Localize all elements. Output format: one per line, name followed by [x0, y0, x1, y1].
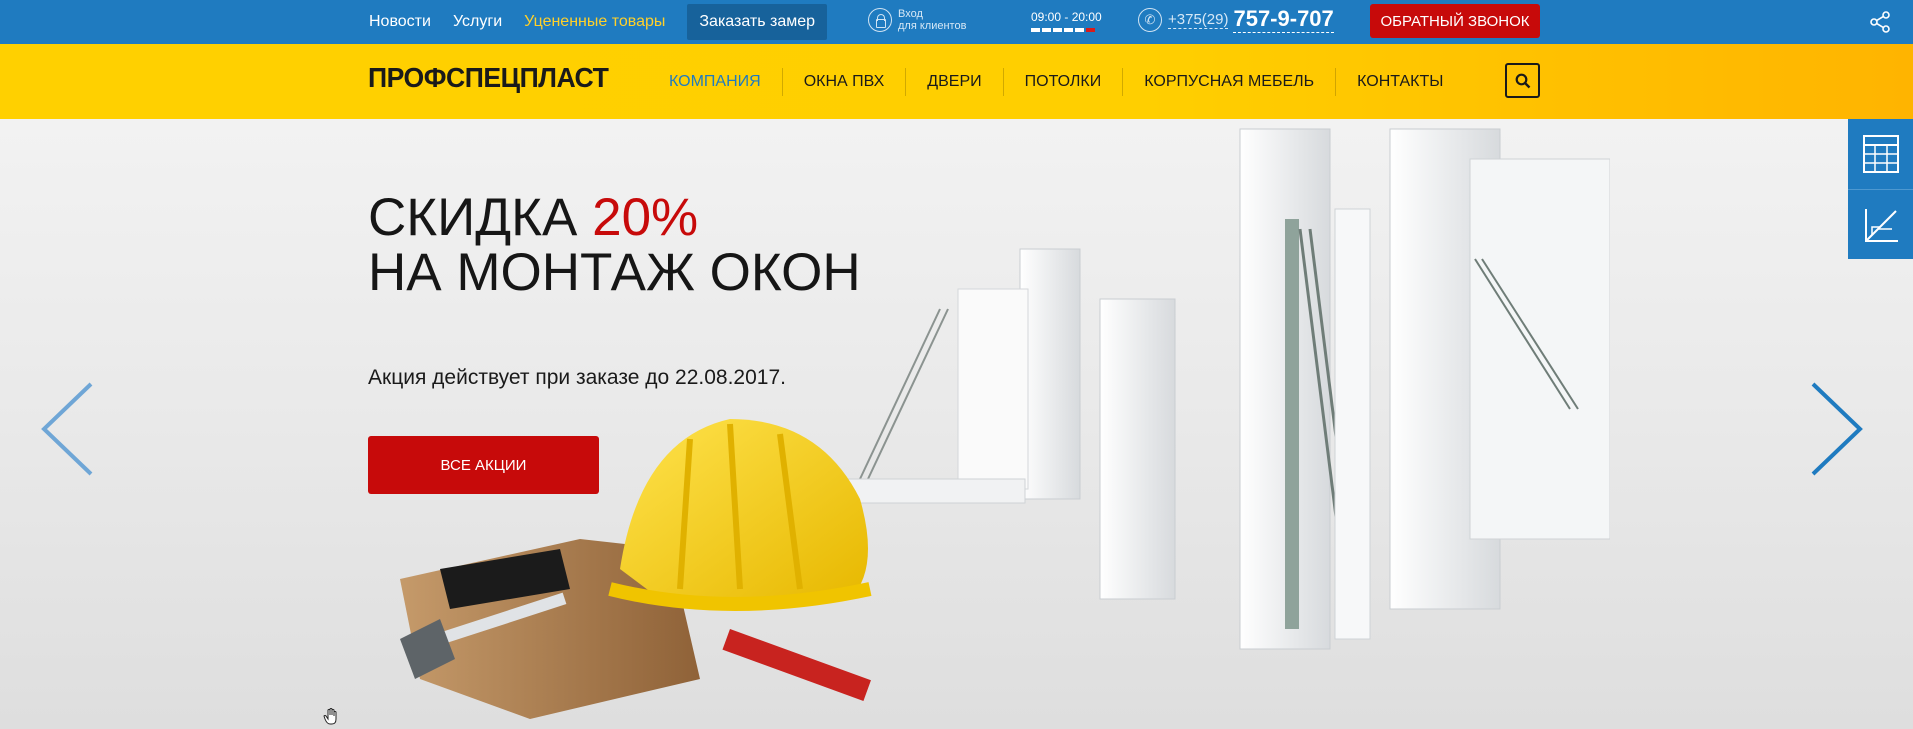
callback-button[interactable]: ОБРАТНЫЙ ЗВОНОК [1370, 4, 1540, 38]
client-login-text: Вход для клиентов [898, 8, 966, 32]
working-hours: 09:00 - 20:00 [1031, 10, 1102, 32]
slider-prev-arrow[interactable] [36, 379, 96, 479]
nav-contacts[interactable]: КОНТАКТЫ [1336, 68, 1464, 96]
nav-pvc-windows[interactable]: ОКНА ПВХ [783, 67, 907, 96]
top-link-news[interactable]: Новости [369, 13, 431, 31]
main-header: ПРОФСПЕЦПЛАСТ КОМПАНИЯ ОКНА ПВХ ДВЕРИ ПО… [0, 44, 1913, 119]
main-nav: КОМПАНИЯ ОКНА ПВХ ДВЕРИ ПОТОЛКИ КОРПУСНА… [648, 44, 1464, 119]
hero-title-discount: 20% [592, 188, 699, 247]
top-link-discounted[interactable]: Уцененные товары [524, 13, 665, 31]
nav-doors[interactable]: ДВЕРИ [906, 67, 1004, 96]
hero-title: СКИДКА 20% НА МОНТАЖ ОКОН [368, 190, 861, 300]
hero-subtitle: Акция действует при заказе до 22.08.2017… [368, 366, 786, 389]
top-nav: Новости Услуги Уцененные товары Заказать… [369, 0, 828, 44]
calculator-button[interactable] [1848, 119, 1913, 189]
measure-button[interactable] [1848, 189, 1913, 259]
working-hours-bar [1031, 28, 1102, 32]
calculator-icon [1862, 135, 1899, 173]
order-measure-button[interactable]: Заказать замер [687, 4, 828, 40]
measure-icon [1864, 208, 1898, 242]
side-tools [1848, 119, 1913, 259]
site-logo[interactable]: ПРОФСПЕЦПЛАСТ [368, 62, 609, 94]
client-login-line2: для клиентов [898, 20, 967, 32]
nav-company[interactable]: КОМПАНИЯ [648, 67, 783, 96]
client-login[interactable]: Вход для клиентов [868, 8, 966, 32]
top-bar: Новости Услуги Уцененные товары Заказать… [0, 0, 1913, 44]
all-promotions-button[interactable]: ВСЕ АКЦИИ [368, 436, 599, 494]
phone-prefix[interactable]: +375(29) [1168, 11, 1229, 29]
search-button[interactable] [1505, 63, 1540, 98]
lock-icon [868, 8, 892, 32]
client-login-line1: Вход [898, 8, 923, 20]
nav-ceilings[interactable]: ПОТОЛКИ [1004, 67, 1124, 96]
hand-cursor-icon [323, 708, 337, 725]
nav-cabinet-furniture[interactable]: КОРПУСНАЯ МЕБЕЛЬ [1123, 67, 1337, 96]
phone-icon: ✆ [1138, 7, 1162, 32]
top-link-services[interactable]: Услуги [453, 13, 502, 31]
share-icon[interactable] [1868, 10, 1892, 34]
working-hours-text: 09:00 - 20:00 [1031, 10, 1102, 24]
slider-next-arrow[interactable] [1808, 379, 1868, 479]
hero-slider: СКИДКА 20% НА МОНТАЖ ОКОН Акция действуе… [0, 119, 1913, 729]
search-icon [1515, 73, 1530, 88]
phone-number[interactable]: 757-9-707 [1233, 6, 1334, 33]
phone-block[interactable]: ✆ +375(29) 757-9-707 [1138, 6, 1334, 33]
hero-title-prefix: СКИДКА [368, 188, 578, 247]
hero-title-line2: НА МОНТАЖ ОКОН [368, 243, 861, 302]
